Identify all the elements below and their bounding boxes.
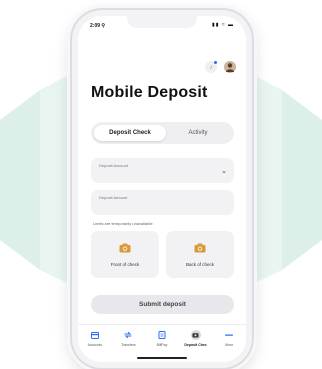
deposit-amount-field[interactable]: Deposit Amount bbox=[91, 190, 234, 215]
notification-bell-icon[interactable]: ♪ bbox=[205, 61, 217, 73]
more-icon bbox=[224, 330, 234, 340]
camera-icon bbox=[194, 243, 206, 253]
nav-transfers[interactable]: Transfers bbox=[114, 330, 142, 347]
nav-more[interactable]: More bbox=[215, 330, 243, 347]
front-of-check-label: Front of check bbox=[110, 262, 140, 267]
nav-transfers-label: Transfers bbox=[121, 343, 136, 347]
back-of-check-label: Back of check bbox=[185, 262, 214, 267]
home-indicator bbox=[137, 357, 187, 359]
tab-activity[interactable]: Activity bbox=[165, 125, 231, 141]
page-title: Mobile Deposit bbox=[91, 84, 208, 101]
nav-deposit-check[interactable]: Deposit Chec bbox=[182, 330, 210, 347]
nav-accounts[interactable]: Accounts bbox=[81, 330, 109, 347]
transfers-icon bbox=[123, 330, 133, 340]
phone-notch bbox=[127, 16, 197, 28]
status-time: 2:09 ⚲ bbox=[90, 23, 106, 29]
nav-billpay-label: BillPay bbox=[156, 343, 168, 347]
nav-deposit-check-label: Deposit Chec bbox=[184, 343, 207, 347]
deposit-account-select[interactable]: Deposit Account ⌄ bbox=[91, 158, 234, 183]
bell-glyph: ♪ bbox=[209, 63, 213, 71]
tab-deposit-check[interactable]: Deposit Check bbox=[94, 125, 166, 141]
camera-icon bbox=[119, 243, 131, 253]
submit-deposit-button[interactable]: Submit deposit bbox=[91, 295, 234, 314]
avatar[interactable] bbox=[224, 61, 236, 73]
billpay-icon bbox=[157, 330, 167, 340]
nav-accounts-label: Accounts bbox=[87, 343, 102, 347]
person-icon bbox=[226, 63, 234, 72]
notification-dot bbox=[214, 61, 217, 64]
deposit-tabs: Deposit Check Activity bbox=[91, 122, 234, 144]
chevron-down-icon: ⌄ bbox=[221, 168, 227, 175]
deposit-account-label: Deposit Account bbox=[99, 163, 128, 168]
limits-note: Limits are temporarily unavailable bbox=[93, 221, 153, 226]
status-icons: ▮▮ ≈ ▬ bbox=[211, 22, 234, 28]
front-of-check-button[interactable]: Front of check bbox=[91, 231, 159, 278]
back-of-check-button[interactable]: Back of check bbox=[166, 231, 234, 278]
accounts-icon bbox=[90, 330, 100, 340]
deposit-amount-label: Deposit Amount bbox=[99, 195, 128, 200]
nav-more-label: More bbox=[225, 343, 234, 347]
deposit-check-icon bbox=[190, 330, 201, 340]
nav-billpay[interactable]: BillPay bbox=[148, 330, 176, 347]
phone-frame: 2:09 ⚲ ▮▮ ≈ ▬ ♪ Mobile Deposit Deposit C… bbox=[72, 10, 252, 368]
phone-screen: 2:09 ⚲ ▮▮ ≈ ▬ ♪ Mobile Deposit Deposit C… bbox=[78, 16, 246, 362]
